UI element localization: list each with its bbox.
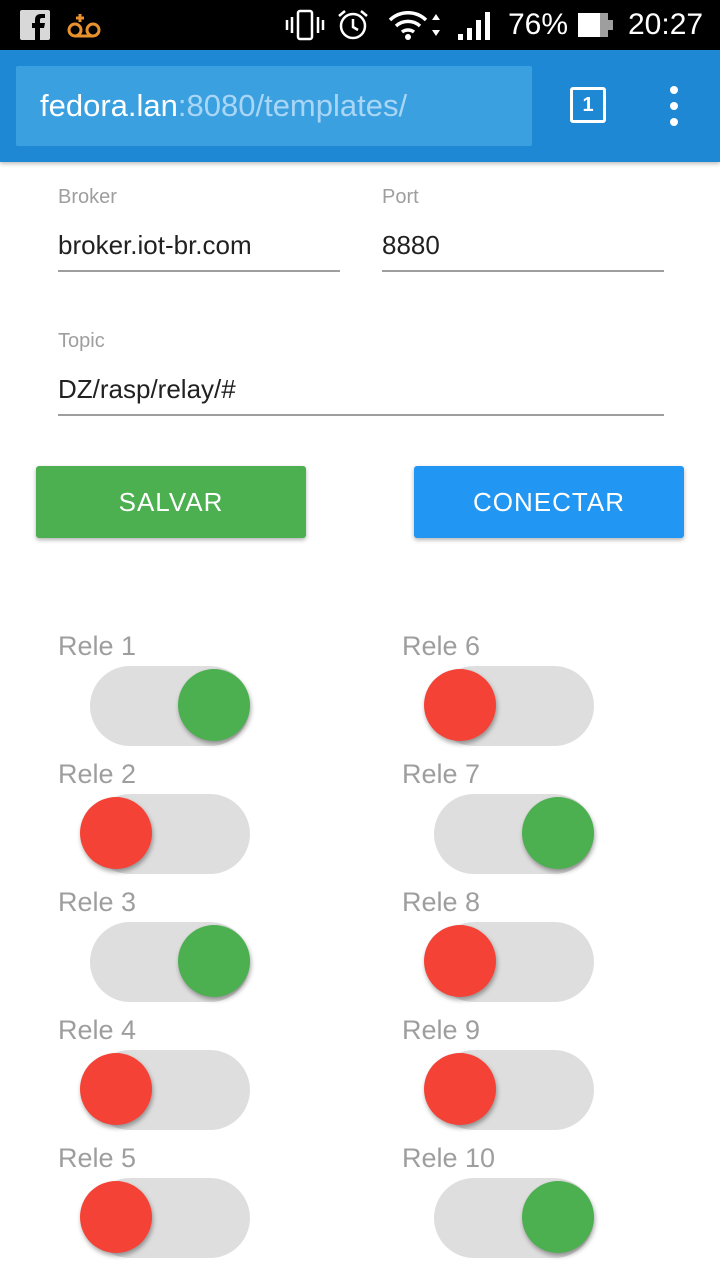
toggle-knob: [522, 797, 594, 869]
relay-label: Rele 6: [402, 631, 481, 661]
battery-icon: [577, 0, 615, 50]
relay-toggle[interactable]: [90, 666, 250, 746]
save-button[interactable]: SALVAR: [36, 466, 306, 538]
battery-percent: 76%: [508, 8, 569, 41]
relay-8: Rele 8: [402, 886, 702, 1014]
relay-6: Rele 6: [402, 630, 702, 758]
url-path: :8080/templates/: [177, 88, 408, 123]
url-bar[interactable]: fedora.lan:8080/templates/: [16, 66, 532, 146]
toggle-knob: [178, 669, 250, 741]
toggle-knob: [80, 1053, 152, 1125]
alarm-icon: [336, 0, 370, 50]
relay-toggle[interactable]: [424, 1050, 594, 1130]
relay-label: Rele 4: [58, 1015, 137, 1045]
voicemail-icon: [66, 0, 102, 50]
relay-2: Rele 2: [58, 758, 358, 886]
port-label: Port: [382, 186, 419, 208]
relay-9: Rele 9: [402, 1014, 702, 1142]
wifi-icon: [388, 0, 446, 50]
toggle-knob: [424, 925, 496, 997]
toggle-knob: [80, 797, 152, 869]
overflow-menu-icon[interactable]: [664, 86, 684, 126]
relay-toggle[interactable]: [80, 1178, 250, 1258]
relay-label: Rele 7: [402, 759, 481, 789]
toggle-knob: [424, 669, 496, 741]
relay-3: Rele 3: [58, 886, 358, 1014]
browser-toolbar: fedora.lan:8080/templates/ 1: [0, 50, 720, 162]
topic-input[interactable]: [58, 364, 664, 416]
toggle-knob: [80, 1181, 152, 1253]
status-bar: 76% 20:27: [0, 0, 720, 50]
relay-toggle[interactable]: [80, 1050, 250, 1130]
relay-10: Rele 10: [402, 1142, 702, 1270]
relay-label: Rele 2: [58, 759, 137, 789]
connect-button[interactable]: CONECTAR: [414, 466, 684, 538]
relay-label: Rele 1: [58, 631, 137, 661]
relay-label: Rele 9: [402, 1015, 481, 1045]
relay-toggle[interactable]: [90, 922, 250, 1002]
relay-7: Rele 7: [402, 758, 702, 886]
url-host: fedora.lan: [40, 88, 178, 123]
relay-label: Rele 8: [402, 887, 481, 917]
broker-label: Broker: [58, 186, 117, 208]
relay-label: Rele 5: [58, 1143, 137, 1173]
toggle-knob: [522, 1181, 594, 1253]
tab-switcher-button[interactable]: 1: [570, 87, 606, 123]
toggle-knob: [424, 1053, 496, 1125]
vibrate-icon: [285, 0, 325, 50]
relay-4: Rele 4: [58, 1014, 358, 1142]
relay-label: Rele 3: [58, 887, 137, 917]
relay-toggle[interactable]: [80, 794, 250, 874]
port-input[interactable]: [382, 220, 664, 272]
clock: 20:27: [628, 8, 704, 41]
broker-input[interactable]: [58, 220, 340, 272]
relay-5: Rele 5: [58, 1142, 358, 1270]
facebook-icon: [20, 0, 50, 50]
relay-toggle[interactable]: [434, 1178, 594, 1258]
toggle-knob: [178, 925, 250, 997]
signal-icon: [456, 0, 494, 50]
topic-label: Topic: [58, 330, 105, 352]
relay-toggle[interactable]: [424, 922, 594, 1002]
relay-toggle[interactable]: [434, 794, 594, 874]
relay-toggle[interactable]: [424, 666, 594, 746]
relay-label: Rele 10: [402, 1143, 496, 1173]
relay-1: Rele 1: [58, 630, 358, 758]
